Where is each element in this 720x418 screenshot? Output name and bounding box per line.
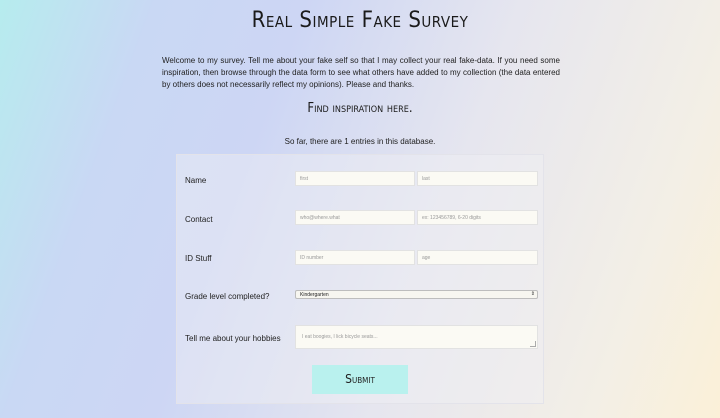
submit-button[interactable]: Submit xyxy=(312,365,408,394)
last-name-input[interactable]: last xyxy=(417,171,538,186)
hobbies-textarea[interactable]: I eat boogies, I lick bicycle seats... xyxy=(295,325,538,349)
select-arrows-icon: ⇕ xyxy=(530,291,535,297)
grade-label: Grade level completed? xyxy=(185,292,270,301)
grade-select[interactable]: Kindergarten ⇕ xyxy=(295,290,538,299)
page-title: Real Simple Fake Survey xyxy=(251,8,469,33)
id-number-input[interactable]: ID number xyxy=(295,250,415,265)
id-label: ID Stuff xyxy=(185,254,212,263)
age-input[interactable]: age xyxy=(417,250,538,265)
contact-label: Contact xyxy=(185,215,213,224)
entry-count-text: So far, there are 1 entries in this data… xyxy=(284,137,436,146)
resize-grip-icon[interactable] xyxy=(530,341,536,347)
name-label: Name xyxy=(185,176,207,185)
hobbies-label: Tell me about your hobbies xyxy=(185,334,281,343)
first-name-input[interactable]: first xyxy=(295,171,415,186)
email-input[interactable]: who@where.what xyxy=(295,210,415,225)
intro-text: Welcome to my survey. Tell me about your… xyxy=(162,56,560,89)
grade-selected-value: Kindergarten xyxy=(300,292,329,298)
inspiration-link[interactable]: Find inspiration here. xyxy=(0,101,720,116)
phone-input[interactable]: ex: 123456789, 6-20 digits xyxy=(417,210,538,225)
hobbies-placeholder: I eat boogies, I lick bicycle seats... xyxy=(302,334,378,340)
